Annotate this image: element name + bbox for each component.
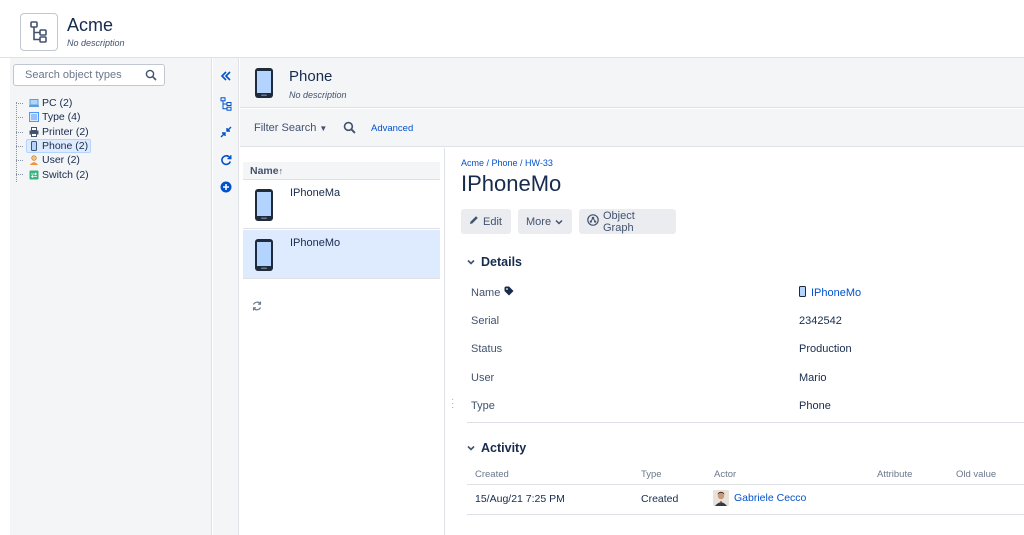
- tree-item-label: Printer (2): [42, 125, 89, 138]
- divider: [467, 514, 1024, 515]
- attribute-value-type: Phone: [799, 400, 831, 412]
- type-list-icon: [29, 112, 39, 123]
- advanced-search-link[interactable]: Advanced: [371, 123, 413, 134]
- user-icon: [29, 155, 39, 166]
- attribute-value-user: Mario: [799, 372, 827, 384]
- object-type-title: Phone: [289, 68, 333, 85]
- tree-item-label: Type (4): [42, 111, 81, 124]
- object-type-search[interactable]: [13, 64, 165, 86]
- collapse-left-icon[interactable]: [219, 69, 233, 83]
- edit-button[interactable]: Edit: [461, 209, 511, 234]
- phone-icon: [29, 141, 39, 152]
- tree-item-label: PC (2): [42, 97, 73, 110]
- activity-section-title: Activity: [481, 441, 527, 455]
- tree-item-user[interactable]: User (2): [16, 153, 92, 167]
- activity-column-type: Type: [641, 469, 662, 480]
- attribute-label-status: Status: [471, 343, 503, 355]
- filter-bar: Filter Search ▼ Advanced: [240, 109, 1024, 147]
- details-section-toggle[interactable]: Details: [467, 255, 522, 269]
- phone-icon: [254, 188, 274, 225]
- phone-icon: [799, 286, 806, 300]
- schema-title: Acme: [67, 15, 114, 35]
- attribute-label-name: Name: [471, 286, 514, 299]
- object-type-panel: PC (2) Type (4) Printer (2): [10, 58, 212, 535]
- chevron-down-icon: [555, 216, 563, 228]
- object-type-tree: PC (2) Type (4) Printer (2) Phone (2) Us…: [16, 96, 92, 182]
- loading-spinner-icon: [251, 300, 263, 315]
- pc-icon: [29, 98, 39, 108]
- edit-label: Edit: [483, 215, 502, 228]
- attribute-value-name[interactable]: IPhoneMo: [799, 286, 861, 300]
- attribute-value-status: Production: [799, 343, 852, 355]
- object-list: Name↑ IPhoneMa IPhoneMo: [240, 148, 445, 535]
- attribute-value-text: IPhoneMo: [811, 287, 862, 299]
- tree-item-label: Phone (2): [42, 140, 89, 153]
- filter-search-label: Filter Search: [254, 122, 317, 134]
- list-item-label: IPhoneMo: [290, 237, 341, 249]
- printer-icon: [29, 126, 39, 137]
- activity-column-actor: Actor: [714, 469, 737, 480]
- activity-column-created: Created: [475, 469, 509, 480]
- tree-item-type[interactable]: Type (4): [16, 110, 92, 124]
- activity-column-attribute: Attribute: [877, 469, 913, 480]
- activity-column-old-value: Old value: [956, 469, 997, 480]
- phone-icon: [254, 67, 274, 102]
- actor-name: Gabriele Cecco: [734, 492, 807, 504]
- attribute-label-user: User: [471, 372, 495, 384]
- tree-structure-icon: [20, 13, 58, 51]
- refresh-icon[interactable]: [219, 153, 233, 167]
- object-graph-label: Object Graph: [603, 209, 635, 234]
- side-toolbar: [213, 58, 239, 535]
- tree-item-label: User (2): [42, 154, 80, 167]
- schema-description: No description: [67, 38, 125, 48]
- tree-item-switch[interactable]: Switch (2): [16, 167, 92, 181]
- chevron-down-icon: [467, 444, 475, 453]
- filter-search-dropdown[interactable]: Filter Search ▼: [254, 122, 327, 134]
- activity-section-toggle[interactable]: Activity: [467, 441, 526, 455]
- attribute-label-type: Type: [471, 400, 495, 412]
- compress-icon[interactable]: [219, 125, 233, 139]
- chevron-down-icon: [467, 258, 475, 267]
- tree-item-phone[interactable]: Phone (2): [16, 139, 92, 154]
- add-icon[interactable]: [219, 180, 233, 194]
- attribute-value-serial: 2342542: [799, 315, 842, 327]
- avatar: [713, 490, 729, 506]
- breadcrumb[interactable]: Acme / Phone / HW-33: [461, 158, 553, 168]
- tree-item-printer[interactable]: Printer (2): [16, 125, 92, 139]
- tag-icon: [504, 286, 514, 299]
- list-item[interactable]: IPhoneMa: [243, 180, 440, 229]
- sort-arrow-icon: ↑: [278, 166, 284, 176]
- list-item-label: IPhoneMa: [290, 187, 341, 199]
- search-input[interactable]: [14, 65, 134, 85]
- attribute-label-serial: Serial: [471, 315, 500, 327]
- tree-item-label: Switch (2): [42, 168, 89, 181]
- more-button[interactable]: More: [518, 209, 572, 234]
- column-header-label: Name: [250, 165, 279, 177]
- switch-icon: [29, 170, 39, 180]
- phone-icon: [254, 238, 274, 275]
- object-title: IPhoneMo: [461, 171, 562, 196]
- name-column-header[interactable]: Name↑: [243, 162, 440, 180]
- activity-actor[interactable]: Gabriele Cecco: [713, 490, 806, 506]
- activity-type: Created: [641, 493, 679, 505]
- hierarchy-icon[interactable]: [219, 97, 233, 111]
- graph-icon: [587, 214, 599, 229]
- divider: [467, 484, 1024, 485]
- chevron-down-icon: ▼: [319, 124, 328, 133]
- details-section-title: Details: [481, 255, 522, 269]
- attribute-label-text: Name: [471, 286, 501, 299]
- object-graph-button[interactable]: Object Graph: [579, 209, 676, 234]
- object-type-description: No description: [289, 90, 347, 100]
- pencil-icon: [469, 215, 479, 228]
- list-item-selected[interactable]: IPhoneMo: [243, 230, 440, 279]
- divider: [467, 422, 1024, 423]
- search-icon[interactable]: [145, 69, 157, 84]
- object-detail: Acme / Phone / HW-33 IPhoneMo Edit More …: [446, 148, 1024, 535]
- app-header: Acme No description: [0, 0, 1024, 58]
- activity-created: 15/Aug/21 7:25 PM: [475, 493, 565, 505]
- tree-item-pc[interactable]: PC (2): [16, 96, 92, 110]
- more-label: More: [526, 215, 552, 228]
- object-type-header: Phone No description: [240, 58, 1024, 108]
- search-icon[interactable]: [343, 121, 356, 137]
